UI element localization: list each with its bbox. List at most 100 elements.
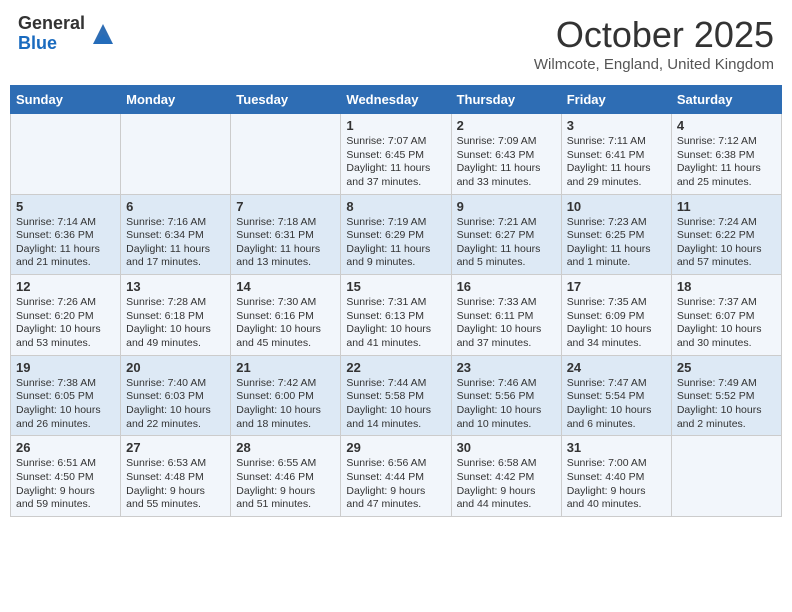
day-info: Daylight: 11 hours and 9 minutes. <box>346 243 445 270</box>
day-info: Sunrise: 6:53 AM <box>126 457 225 471</box>
day-info: Sunrise: 7:38 AM <box>16 377 115 391</box>
calendar-cell: 10Sunrise: 7:23 AMSunset: 6:25 PMDayligh… <box>561 194 671 275</box>
calendar-cell: 6Sunrise: 7:16 AMSunset: 6:34 PMDaylight… <box>121 194 231 275</box>
day-number: 27 <box>126 440 225 455</box>
calendar-cell: 21 Sunrise: 7:42 AMSunset: 6:00 PMDayligh… <box>231 355 341 436</box>
day-info: Sunset: 6:27 PM <box>457 229 556 243</box>
day-header-tuesday: Tuesday <box>231 86 341 114</box>
day-info: Sunrise: 7:33 AM <box>457 296 556 310</box>
calendar-cell: 25 Sunrise: 7:49 AMSunset: 5:52 PMDayligh… <box>671 355 781 436</box>
calendar-cell <box>231 114 341 195</box>
calendar-cell: 1Sunrise: 7:07 AMSunset: 6:45 PMDaylight… <box>341 114 451 195</box>
day-info: Sunset: 4:48 PM <box>126 471 225 485</box>
day-info: Daylight: 10 hours and 45 minutes. <box>236 323 335 350</box>
calendar-cell: 11Sunrise: 7:24 AMSunset: 6:22 PMDayligh… <box>671 194 781 275</box>
day-info: Sunrise: 7:09 AM <box>457 135 556 149</box>
day-info: Daylight: 10 hours and 6 minutes. <box>567 404 666 431</box>
day-info: Daylight: 10 hours and 49 minutes. <box>126 323 225 350</box>
day-number: 12 <box>16 279 115 294</box>
day-number: 24 <box>567 360 666 375</box>
day-info: Sunrise: 7:21 AM <box>457 216 556 230</box>
day-number: 17 <box>567 279 666 294</box>
day-number: 4 <box>677 118 776 133</box>
day-info: Daylight: 11 hours and 17 minutes. <box>126 243 225 270</box>
day-info: Sunset: 6:03 PM <box>126 390 225 404</box>
calendar-cell: 24Sunrise: 7:47 AMSunset: 5:54 PMDayligh… <box>561 355 671 436</box>
day-info: Daylight: 11 hours and 13 minutes. <box>236 243 335 270</box>
page-header: General Blue October 2025 Wilmcote, Engl… <box>10 10 782 77</box>
day-info: Daylight: 10 hours and 18 minutes. <box>236 404 335 431</box>
day-info: Sunrise: 7:30 AM <box>236 296 335 310</box>
day-number: 16 <box>457 279 556 294</box>
day-info: Sunrise: 7:37 AM <box>677 296 776 310</box>
calendar-cell: 8Sunrise: 7:19 AMSunset: 6:29 PMDaylight… <box>341 194 451 275</box>
day-info: Sunset: 6:00 PM <box>236 390 335 404</box>
day-info: Sunset: 6:05 PM <box>16 390 115 404</box>
day-info: Daylight: 10 hours and 26 minutes. <box>16 404 115 431</box>
day-info: Daylight: 11 hours and 5 minutes. <box>457 243 556 270</box>
day-info: Sunset: 5:52 PM <box>677 390 776 404</box>
day-info: Sunrise: 7:42 AM <box>236 377 335 391</box>
day-info: Sunrise: 7:44 AM <box>346 377 445 391</box>
calendar-cell: 15Sunrise: 7:31 AMSunset: 6:13 PMDayligh… <box>341 275 451 356</box>
day-number: 11 <box>677 199 776 214</box>
day-header-sunday: Sunday <box>11 86 121 114</box>
day-info: Sunset: 6:20 PM <box>16 310 115 324</box>
day-info: Daylight: 9 hours and 59 minutes. <box>16 485 115 512</box>
day-info: Daylight: 10 hours and 10 minutes. <box>457 404 556 431</box>
day-info: Sunset: 6:41 PM <box>567 149 666 163</box>
day-number: 29 <box>346 440 445 455</box>
day-number: 25 <box>677 360 776 375</box>
day-info: Sunset: 6:13 PM <box>346 310 445 324</box>
calendar-cell: 7Sunrise: 7:18 AMSunset: 6:31 PMDaylight… <box>231 194 341 275</box>
day-number: 28 <box>236 440 335 455</box>
calendar-cell: 17Sunrise: 7:35 AMSunset: 6:09 PMDayligh… <box>561 275 671 356</box>
day-info: Daylight: 10 hours and 37 minutes. <box>457 323 556 350</box>
day-info: Sunrise: 7:49 AM <box>677 377 776 391</box>
day-info: Daylight: 10 hours and 30 minutes. <box>677 323 776 350</box>
day-number: 23 <box>457 360 556 375</box>
day-info: Daylight: 9 hours and 55 minutes. <box>126 485 225 512</box>
day-number: 18 <box>677 279 776 294</box>
day-info: Sunset: 4:46 PM <box>236 471 335 485</box>
day-number: 21 <box>236 360 335 375</box>
day-number: 13 <box>126 279 225 294</box>
day-info: Daylight: 10 hours and 2 minutes. <box>677 404 776 431</box>
day-info: Sunrise: 7:14 AM <box>16 216 115 230</box>
day-info: Sunset: 5:56 PM <box>457 390 556 404</box>
day-info: Sunset: 6:25 PM <box>567 229 666 243</box>
day-info: Daylight: 10 hours and 14 minutes. <box>346 404 445 431</box>
day-info: Sunset: 6:34 PM <box>126 229 225 243</box>
day-info: Daylight: 10 hours and 53 minutes. <box>16 323 115 350</box>
calendar-week-row: 1Sunrise: 7:07 AMSunset: 6:45 PMDaylight… <box>11 114 782 195</box>
day-info: Sunrise: 7:00 AM <box>567 457 666 471</box>
calendar-week-row: 12Sunrise: 7:26 AMSunset: 6:20 PMDayligh… <box>11 275 782 356</box>
calendar-cell: 2Sunrise: 7:09 AMSunset: 6:43 PMDaylight… <box>451 114 561 195</box>
calendar-cell: 26Sunrise: 6:51 AMSunset: 4:50 PMDayligh… <box>11 436 121 517</box>
day-info: Sunrise: 7:07 AM <box>346 135 445 149</box>
day-number: 31 <box>567 440 666 455</box>
day-info: Daylight: 10 hours and 57 minutes. <box>677 243 776 270</box>
day-number: 8 <box>346 199 445 214</box>
calendar-cell <box>671 436 781 517</box>
calendar-cell: 20Sunrise: 7:40 AMSunset: 6:03 PMDayligh… <box>121 355 231 436</box>
day-info: Sunset: 6:38 PM <box>677 149 776 163</box>
calendar-cell <box>121 114 231 195</box>
day-number: 3 <box>567 118 666 133</box>
day-info: Sunrise: 6:51 AM <box>16 457 115 471</box>
day-info: Daylight: 11 hours and 29 minutes. <box>567 162 666 189</box>
day-info: Sunset: 4:42 PM <box>457 471 556 485</box>
logo-general-text: General <box>18 14 85 34</box>
day-info: Sunrise: 6:58 AM <box>457 457 556 471</box>
calendar-cell: 3Sunrise: 7:11 AMSunset: 6:41 PMDaylight… <box>561 114 671 195</box>
day-number: 1 <box>346 118 445 133</box>
day-info: Sunrise: 7:23 AM <box>567 216 666 230</box>
day-info: Sunrise: 7:35 AM <box>567 296 666 310</box>
day-info: Sunrise: 7:28 AM <box>126 296 225 310</box>
day-number: 15 <box>346 279 445 294</box>
day-number: 19 <box>16 360 115 375</box>
calendar-week-row: 19Sunrise: 7:38 AMSunset: 6:05 PMDayligh… <box>11 355 782 436</box>
day-header-wednesday: Wednesday <box>341 86 451 114</box>
day-info: Sunset: 6:31 PM <box>236 229 335 243</box>
day-info: Sunrise: 6:56 AM <box>346 457 445 471</box>
